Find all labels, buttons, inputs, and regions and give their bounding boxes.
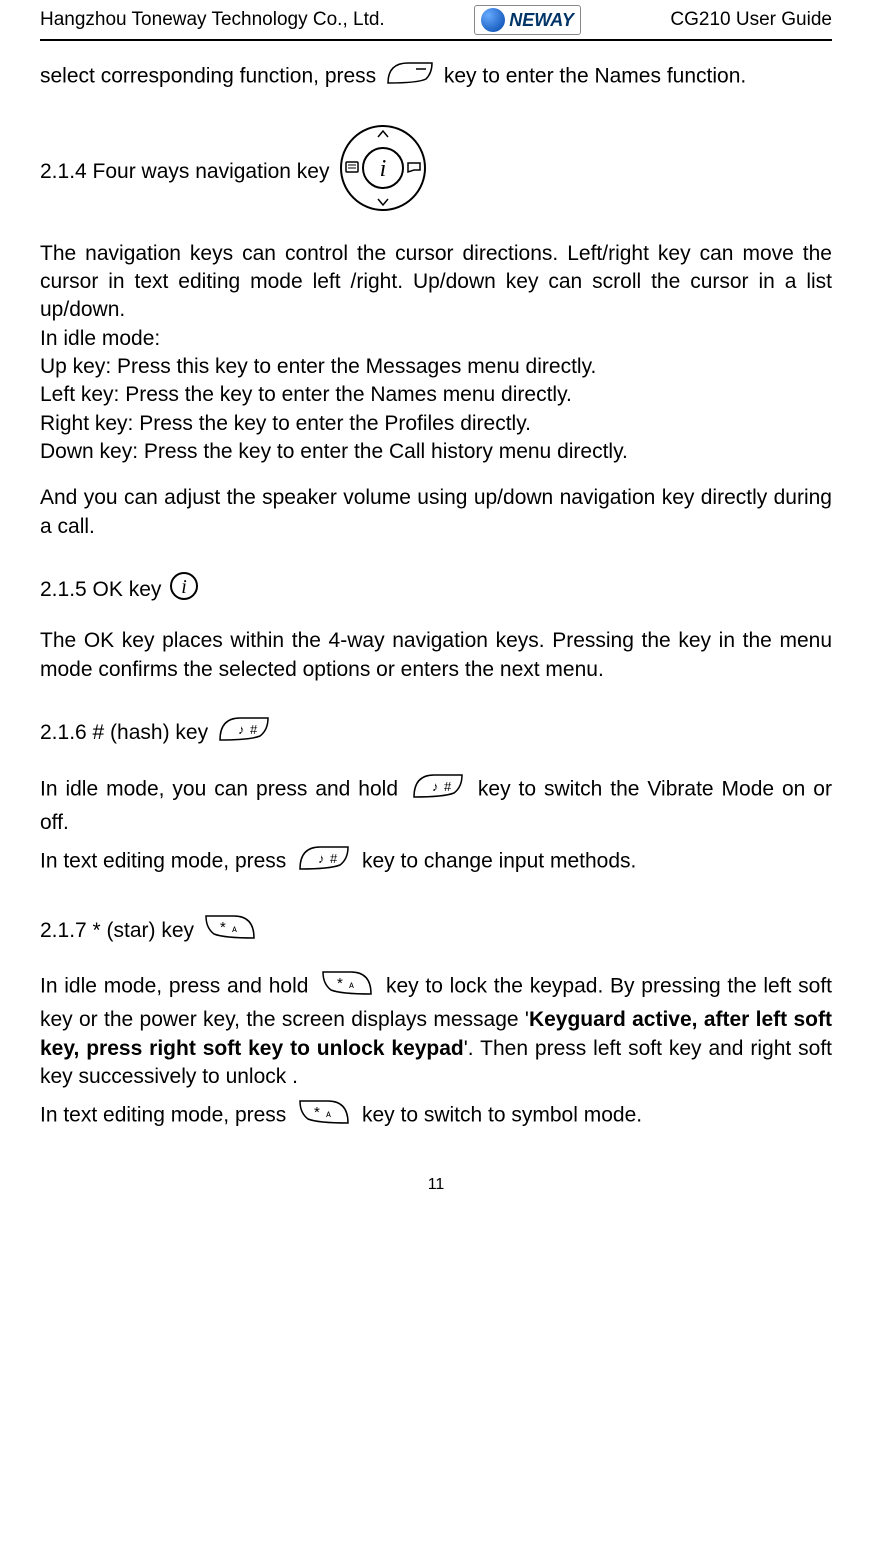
text: key to enter the Names function. xyxy=(444,65,746,88)
svg-text:ᴀ: ᴀ xyxy=(349,980,354,991)
navigation-key-icon: i xyxy=(338,123,428,221)
logo: NEWAY xyxy=(474,5,581,35)
paragraph-nav-desc: The navigation keys can control the curs… xyxy=(40,240,832,325)
text: In text editing mode, press xyxy=(40,850,292,873)
hash-key-icon: ♪ # xyxy=(410,771,466,809)
paragraph-hash-idle: In idle mode, you can press and hold ♪ #… xyxy=(40,771,832,838)
svg-text:i: i xyxy=(379,156,386,182)
svg-text:♪: ♪ xyxy=(318,851,325,866)
page-number: 11 xyxy=(40,1176,832,1194)
star-key-icon: * ᴀ xyxy=(319,968,375,1006)
svg-text:ᴀ: ᴀ xyxy=(326,1109,331,1120)
document-body: select corresponding function, press key… xyxy=(40,61,832,1136)
text: select corresponding function, press xyxy=(40,65,382,88)
hash-key-icon: ♪ # xyxy=(216,714,272,752)
paragraph-up-key: Up key: Press this key to enter the Mess… xyxy=(40,353,832,381)
text: In text editing mode, press xyxy=(40,1104,292,1127)
text: key to switch to symbol mode. xyxy=(362,1104,642,1127)
section-2-1-5-heading: 2.1.5 OK key i xyxy=(40,571,832,609)
paragraph-idle-label: In idle mode: xyxy=(40,325,832,353)
star-key-icon: * ᴀ xyxy=(202,912,258,950)
section-2-1-7-heading: 2.1.7 * (star) key * ᴀ xyxy=(40,912,832,950)
svg-text:ᴀ: ᴀ xyxy=(232,924,237,935)
text: key to change input methods. xyxy=(362,850,636,873)
paragraph-hash-edit: In text editing mode, press ♪ # key to c… xyxy=(40,843,832,881)
paragraph-right-key: Right key: Press the key to enter the Pr… xyxy=(40,410,832,438)
text: In idle mode, you can press and hold xyxy=(40,777,406,800)
heading-text: 2.1.4 Four ways navigation key xyxy=(40,158,330,186)
logo-text: NEWAY xyxy=(509,10,574,31)
paragraph-volume: And you can adjust the speaker volume us… xyxy=(40,484,832,541)
globe-icon xyxy=(481,8,505,32)
paragraph-down-key: Down key: Press the key to enter the Cal… xyxy=(40,438,832,466)
text: In idle mode, press and hold xyxy=(40,975,315,998)
svg-text:i: i xyxy=(182,576,188,598)
hash-key-icon: ♪ # xyxy=(296,843,352,881)
heading-text: 2.1.5 OK key xyxy=(40,576,161,604)
svg-text:*: * xyxy=(314,1104,320,1121)
star-key-icon: * ᴀ xyxy=(296,1097,352,1135)
header-divider xyxy=(40,39,832,41)
svg-text:#: # xyxy=(250,722,258,737)
svg-text:*: * xyxy=(337,975,343,992)
page-header: Hangzhou Toneway Technology Co., Ltd. NE… xyxy=(40,0,832,37)
header-guide: CG210 User Guide xyxy=(670,9,832,31)
ok-key-icon: i xyxy=(169,571,199,609)
heading-text: 2.1.6 # (hash) key xyxy=(40,719,208,747)
svg-text:#: # xyxy=(330,851,338,866)
section-2-1-4-heading: 2.1.4 Four ways navigation key i xyxy=(40,123,832,221)
right-softkey-icon xyxy=(386,61,434,93)
heading-text: 2.1.7 * (star) key xyxy=(40,917,194,945)
header-company: Hangzhou Toneway Technology Co., Ltd. xyxy=(40,9,385,31)
svg-text:♪: ♪ xyxy=(238,722,245,737)
paragraph-ok-key: The OK key places within the 4-way navig… xyxy=(40,627,832,684)
svg-text:♪: ♪ xyxy=(432,779,439,794)
section-2-1-6-heading: 2.1.6 # (hash) key ♪ # xyxy=(40,714,832,752)
paragraph-select-function: select corresponding function, press key… xyxy=(40,61,832,93)
paragraph-star-edit: In text editing mode, press * ᴀ key to s… xyxy=(40,1097,832,1135)
svg-text:*: * xyxy=(220,919,226,936)
svg-text:#: # xyxy=(444,779,452,794)
paragraph-left-key: Left key: Press the key to enter the Nam… xyxy=(40,381,832,409)
paragraph-star-idle: In idle mode, press and hold * ᴀ key to … xyxy=(40,968,832,1091)
